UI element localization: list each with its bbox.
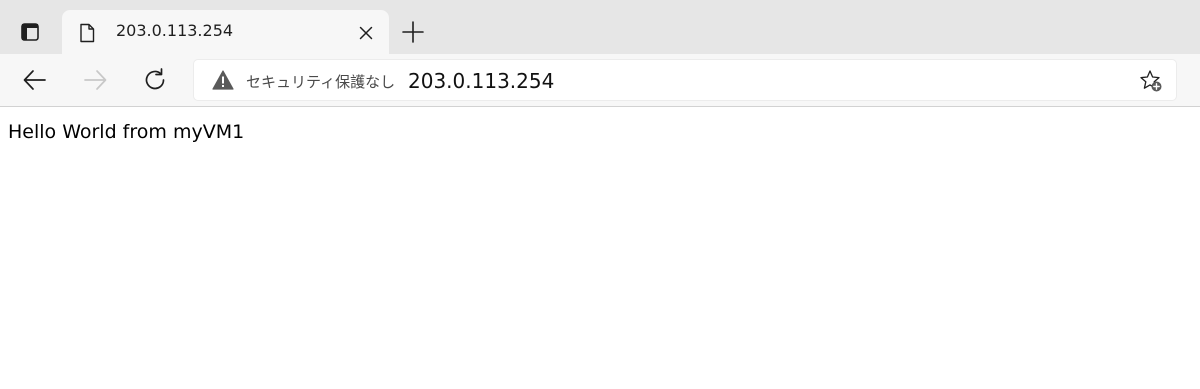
warning-icon[interactable] [212, 70, 234, 90]
security-status-label[interactable]: セキュリティ保護なし [246, 71, 395, 92]
toolbar: セキュリティ保護なし 203.0.113.254 [0, 54, 1200, 106]
url-field[interactable]: 203.0.113.254 [408, 69, 554, 93]
tab-title: 203.0.113.254 [116, 21, 234, 40]
arrow-right-icon[interactable] [81, 66, 109, 94]
new-tab-icon[interactable] [400, 19, 426, 45]
tab-active[interactable]: 203.0.113.254 [62, 10, 389, 54]
add-favorite-icon[interactable] [1138, 68, 1164, 94]
page-content: Hello World from myVM1 [0, 107, 1200, 389]
close-icon[interactable] [355, 22, 377, 44]
tab-actions-icon [21, 23, 39, 41]
arrow-left-icon[interactable] [21, 66, 49, 94]
tab-strip: 203.0.113.254 [0, 0, 1200, 54]
address-bar[interactable]: セキュリティ保護なし 203.0.113.254 [194, 60, 1176, 100]
page-icon [80, 23, 95, 43]
tab-actions-button[interactable] [10, 16, 50, 48]
page-body-text: Hello World from myVM1 [8, 121, 245, 143]
refresh-icon[interactable] [141, 66, 169, 94]
